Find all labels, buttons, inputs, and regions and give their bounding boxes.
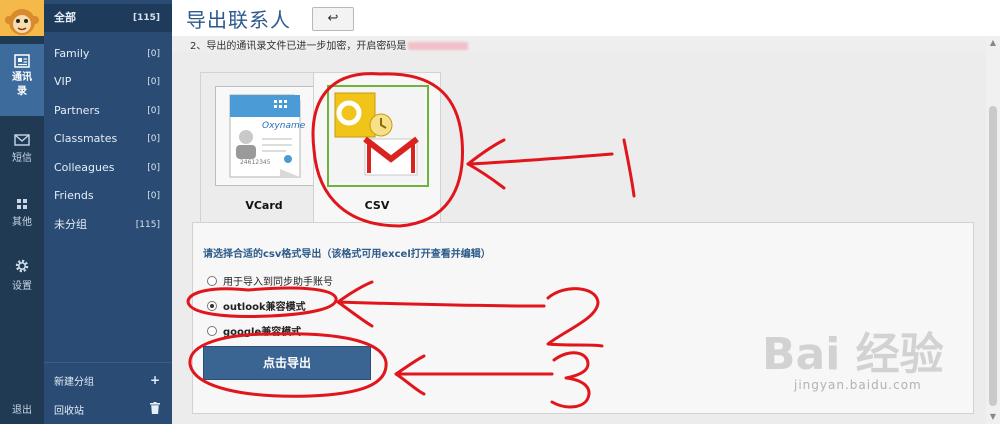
group-name: 未分组 <box>54 218 87 231</box>
scrollbar-thumb[interactable] <box>989 106 997 406</box>
option-label: 用于导入到同步助手账号 <box>223 277 333 288</box>
group-name: VIP <box>54 75 72 88</box>
redacted-password <box>408 42 469 50</box>
group-item-family[interactable]: Family [0] <box>44 40 172 68</box>
group-item-ungrouped[interactable]: 未分组 [115] <box>44 211 172 239</box>
monkey-avatar-icon <box>0 0 44 36</box>
csv-thumbnail <box>327 85 429 187</box>
back-arrow-icon: ↩ <box>327 11 339 26</box>
group-name: Partners <box>54 104 100 117</box>
contacts-icon <box>14 54 30 68</box>
group-name: Colleagues <box>54 161 115 174</box>
vcard-number: 24612345 <box>240 159 271 166</box>
recycle-bin-button[interactable]: 回收站 <box>54 402 162 417</box>
format-card-vcard[interactable]: Oxyname 24612345 VCard <box>200 72 328 224</box>
group-name: Classmates <box>54 132 118 145</box>
rail-label-settings: 设置 <box>12 281 32 292</box>
rail-item-contacts[interactable]: 通讯录 <box>0 44 44 116</box>
format-name-csv: CSV <box>364 199 390 212</box>
group-name: Friends <box>54 189 94 202</box>
option-outlook[interactable]: outlook兼容模式 <box>207 298 306 313</box>
avatar[interactable] <box>0 0 44 36</box>
group-item-all[interactable]: 全部 [115] <box>44 4 172 32</box>
option-label: outlook兼容模式 <box>223 302 306 313</box>
mail-icon <box>14 134 30 146</box>
logout-button[interactable]: 退出 <box>0 401 44 416</box>
trash-icon <box>150 402 160 414</box>
vertical-scrollbar[interactable]: ▲ ▼ <box>986 36 1000 424</box>
new-group-label: 新建分组 <box>54 377 94 388</box>
radio-button[interactable] <box>207 326 217 336</box>
outlook-gmail-icon <box>329 87 425 183</box>
rail-label-contacts: 通讯录 <box>12 72 32 97</box>
gear-icon <box>15 259 29 273</box>
format-card-csv[interactable]: CSV <box>313 72 441 225</box>
baidu-watermark-url: jingyan.baidu.com <box>794 378 922 392</box>
rail-label-sms: 短信 <box>12 153 32 164</box>
group-item-partners[interactable]: Partners [0] <box>44 97 172 125</box>
recycle-bin-label: 回收站 <box>54 406 84 417</box>
notice-text: 2、导出的通讯录文件已进一步加密，开启密码是 <box>190 41 407 52</box>
scroll-up-icon[interactable]: ▲ <box>986 36 1000 50</box>
group-name: 全部 <box>54 11 76 24</box>
plus-icon: + <box>149 373 160 387</box>
radio-button-checked[interactable] <box>207 301 217 311</box>
rail-label-other: 其他 <box>12 217 32 228</box>
encryption-notice: 2、导出的通讯录文件已进一步加密，开启密码是 <box>190 37 469 52</box>
grid-icon <box>17 199 27 209</box>
format-name-vcard: VCard <box>245 199 283 212</box>
group-count: [0] <box>147 191 160 201</box>
vcard-icon <box>229 94 301 178</box>
group-sidebar: 全部 [115] Family [0] VIP [0] Partners [0]… <box>44 0 172 424</box>
group-count: [0] <box>147 77 160 87</box>
rail-item-sms[interactable]: 短信 <box>0 134 44 174</box>
group-count: [0] <box>147 49 160 59</box>
back-button[interactable]: ↩ <box>312 7 354 31</box>
radio-button[interactable] <box>207 276 217 286</box>
group-count: [0] <box>147 163 160 173</box>
page-title: 导出联系人 <box>186 8 291 32</box>
vcard-thumbnail: Oxyname 24612345 <box>215 86 315 186</box>
export-button[interactable]: 点击导出 <box>203 346 371 380</box>
baidu-watermark: Bai 经验 <box>762 329 944 380</box>
new-group-button[interactable]: 新建分组 + <box>54 373 162 388</box>
option-sync-assistant[interactable]: 用于导入到同步助手账号 <box>207 273 333 288</box>
group-count: [115] <box>132 13 160 23</box>
group-count: [0] <box>147 106 160 116</box>
rail-item-other[interactable]: 其他 <box>0 198 44 238</box>
option-google[interactable]: google兼容模式 <box>207 323 301 338</box>
group-name: Family <box>54 47 90 60</box>
csv-options-hint: 请选择合适的csv格式导出（该格式可用excel打开查看并编辑） <box>203 249 491 260</box>
rail-item-settings[interactable]: 设置 <box>0 258 44 298</box>
option-label: google兼容模式 <box>223 327 302 338</box>
group-count: [115] <box>135 220 160 230</box>
group-count: [0] <box>147 134 160 144</box>
group-item-classmates[interactable]: Classmates [0] <box>44 125 172 153</box>
scroll-down-icon[interactable]: ▼ <box>986 410 1000 424</box>
app-rail: 通讯录 短信 其他 设置 退出 <box>0 0 44 424</box>
group-item-friends[interactable]: Friends [0] <box>44 182 172 210</box>
group-item-colleagues[interactable]: Colleagues [0] <box>44 154 172 182</box>
sidebar-divider <box>44 362 172 363</box>
group-item-vip[interactable]: VIP [0] <box>44 68 172 96</box>
vcard-brand: Oxyname <box>262 121 306 131</box>
